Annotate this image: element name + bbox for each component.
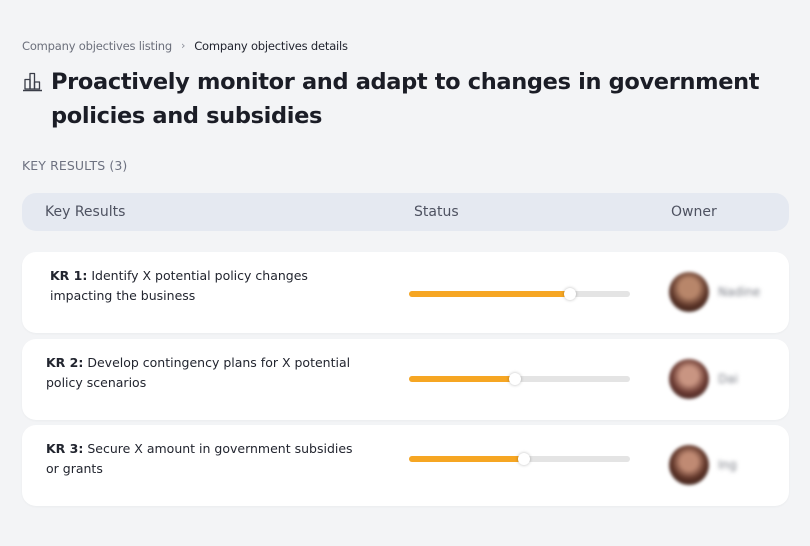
key-result-text: KR 3: Secure X amount in government subs…: [46, 439, 366, 479]
key-results-table-header: Key Results Status Owner: [22, 193, 789, 231]
avatar: [669, 272, 709, 312]
progress-bar: [409, 373, 630, 385]
column-header-status: Status: [414, 204, 459, 220]
key-result-row[interactable]: KR 2: Develop contingency plans for X po…: [22, 339, 789, 420]
key-result-row[interactable]: KR 3: Secure X amount in government subs…: [22, 425, 789, 506]
breadcrumb: Company objectives listing › Company obj…: [22, 38, 348, 54]
key-result-description: Develop contingency plans for X potentia…: [46, 355, 351, 390]
key-result-row[interactable]: KR 1: Identify X potential policy change…: [22, 252, 789, 333]
owner-name: Ing: [718, 458, 737, 472]
progress-bar: [409, 288, 630, 300]
column-header-key-results: Key Results: [45, 204, 126, 220]
progress-bar-fill: [409, 376, 516, 382]
page-title: Proactively monitor and adapt to changes…: [51, 69, 760, 129]
progress-slider-handle[interactable]: [564, 288, 577, 300]
owner-cell[interactable]: Dai: [669, 359, 738, 399]
chevron-right-icon: ›: [181, 38, 186, 52]
avatar: [669, 359, 709, 399]
column-header-owner: Owner: [671, 204, 717, 220]
key-result-text: KR 2: Develop contingency plans for X po…: [46, 353, 366, 393]
key-result-text: KR 1: Identify X potential policy change…: [50, 266, 370, 306]
progress-bar-fill: [409, 291, 571, 297]
key-result-label: KR 1:: [50, 268, 88, 283]
progress-slider-handle[interactable]: [509, 373, 522, 385]
progress-bar-fill: [409, 456, 524, 462]
owner-name: Dai: [718, 372, 738, 386]
avatar: [669, 445, 709, 485]
breadcrumb-link-objectives-listing[interactable]: Company objectives listing: [22, 39, 172, 53]
key-result-description: Secure X amount in government subsidies …: [46, 441, 353, 476]
key-result-label: KR 2:: [46, 355, 84, 370]
building-chart-icon: [23, 72, 42, 92]
key-result-description: Identify X potential policy changes impa…: [50, 268, 308, 303]
owner-name: Nadine: [718, 285, 761, 299]
key-result-label: KR 3:: [46, 441, 84, 456]
objective-header: Proactively monitor and adapt to changes…: [22, 65, 762, 133]
owner-cell[interactable]: Nadine: [669, 272, 760, 312]
breadcrumb-current: Company objectives details: [194, 39, 348, 53]
owner-cell[interactable]: Ing: [669, 445, 737, 485]
progress-slider-handle[interactable]: [517, 453, 530, 465]
progress-bar: [409, 453, 630, 465]
key-results-count-label: KEY RESULTS (3): [22, 158, 128, 173]
